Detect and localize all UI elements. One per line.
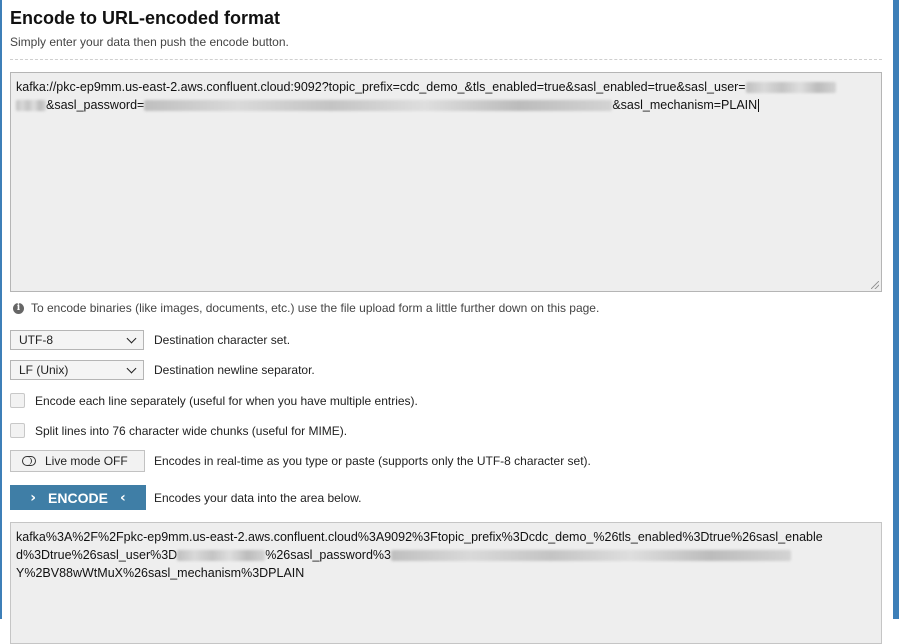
split-lines-checkbox[interactable] [10,423,25,438]
page-title: Encode to URL-encoded format [10,8,281,28]
input-textarea[interactable]: kafka://pkc-ep9mm.us-east-2.aws.confluen… [10,72,882,292]
page-subtitle: Simply enter your data then push the enc… [10,35,289,49]
output-textarea[interactable]: kafka%3A%2F%2Fpkc-ep9mm.us-east-2.aws.co… [10,522,882,644]
newline-label: Destination newline separator. [154,363,315,377]
charset-label: Destination character set. [154,333,291,347]
live-mode-button[interactable]: Live mode OFF [10,450,145,472]
redacted-output-user [177,550,266,562]
input-line1-text: kafka://pkc-ep9mm.us-east-2.aws.confluen… [16,80,746,94]
output-line2-start: d%3Dtrue%26sasl_user%3D [16,548,178,562]
chevron-right-icon: › [30,489,37,506]
divider [10,59,882,60]
resize-handle[interactable] [871,281,879,289]
each-line-row: Encode each line separately (useful for … [10,393,418,408]
newline-row: LF (Unix) Destination newline separator. [10,360,315,380]
encode-button-label: ENCODE [48,489,108,506]
live-mode-row: Live mode OFF Encodes in real-time as yo… [10,450,591,472]
encode-row: › ENCODE ‹ Encodes your data into the ar… [10,485,361,510]
encode-button[interactable]: › ENCODE ‹ [10,485,146,510]
input-line2-tail: &sasl_mechanism=PLAIN [612,98,758,112]
redacted-output-password [390,550,791,562]
page-right-border [893,0,899,619]
output-line3: Y%2BV88wWtMuX%26sasl_mechanism%3DPLAIN [16,566,305,580]
output-line2-mid: %26sasl_password%3 [265,548,391,562]
live-mode-label: Encodes in real-time as you type or past… [154,454,591,468]
encode-label: Encodes your data into the area below. [154,490,362,505]
toggle-icon [22,456,36,466]
live-mode-button-label: Live mode OFF [45,454,128,468]
split-row: Split lines into 76 character wide chunk… [10,423,347,438]
page-left-border [0,0,2,619]
input-line2-text: &sasl_password= [46,98,145,112]
charset-select[interactable]: UTF-8 [10,330,144,350]
each-line-label: Encode each line separately (useful for … [35,393,418,408]
info-text: To encode binaries (like images, documen… [31,301,600,315]
charset-value: UTF-8 [19,333,53,347]
newline-value: LF (Unix) [19,363,69,377]
text-caret [758,99,760,113]
chevron-down-icon [126,333,137,344]
info-note: i To encode binaries (like images, docum… [13,301,599,315]
split-lines-label: Split lines into 76 character wide chunk… [35,423,348,438]
info-icon: i [13,302,24,314]
redacted-user-tail [16,100,46,112]
charset-row: UTF-8 Destination character set. [10,330,290,350]
output-line1: kafka%3A%2F%2Fpkc-ep9mm.us-east-2.aws.co… [16,530,823,544]
redacted-user [745,82,836,94]
newline-select[interactable]: LF (Unix) [10,360,144,380]
each-line-checkbox[interactable] [10,393,25,408]
chevron-left-icon: ‹ [119,489,126,506]
chevron-down-icon [126,363,137,374]
redacted-password [144,100,613,112]
